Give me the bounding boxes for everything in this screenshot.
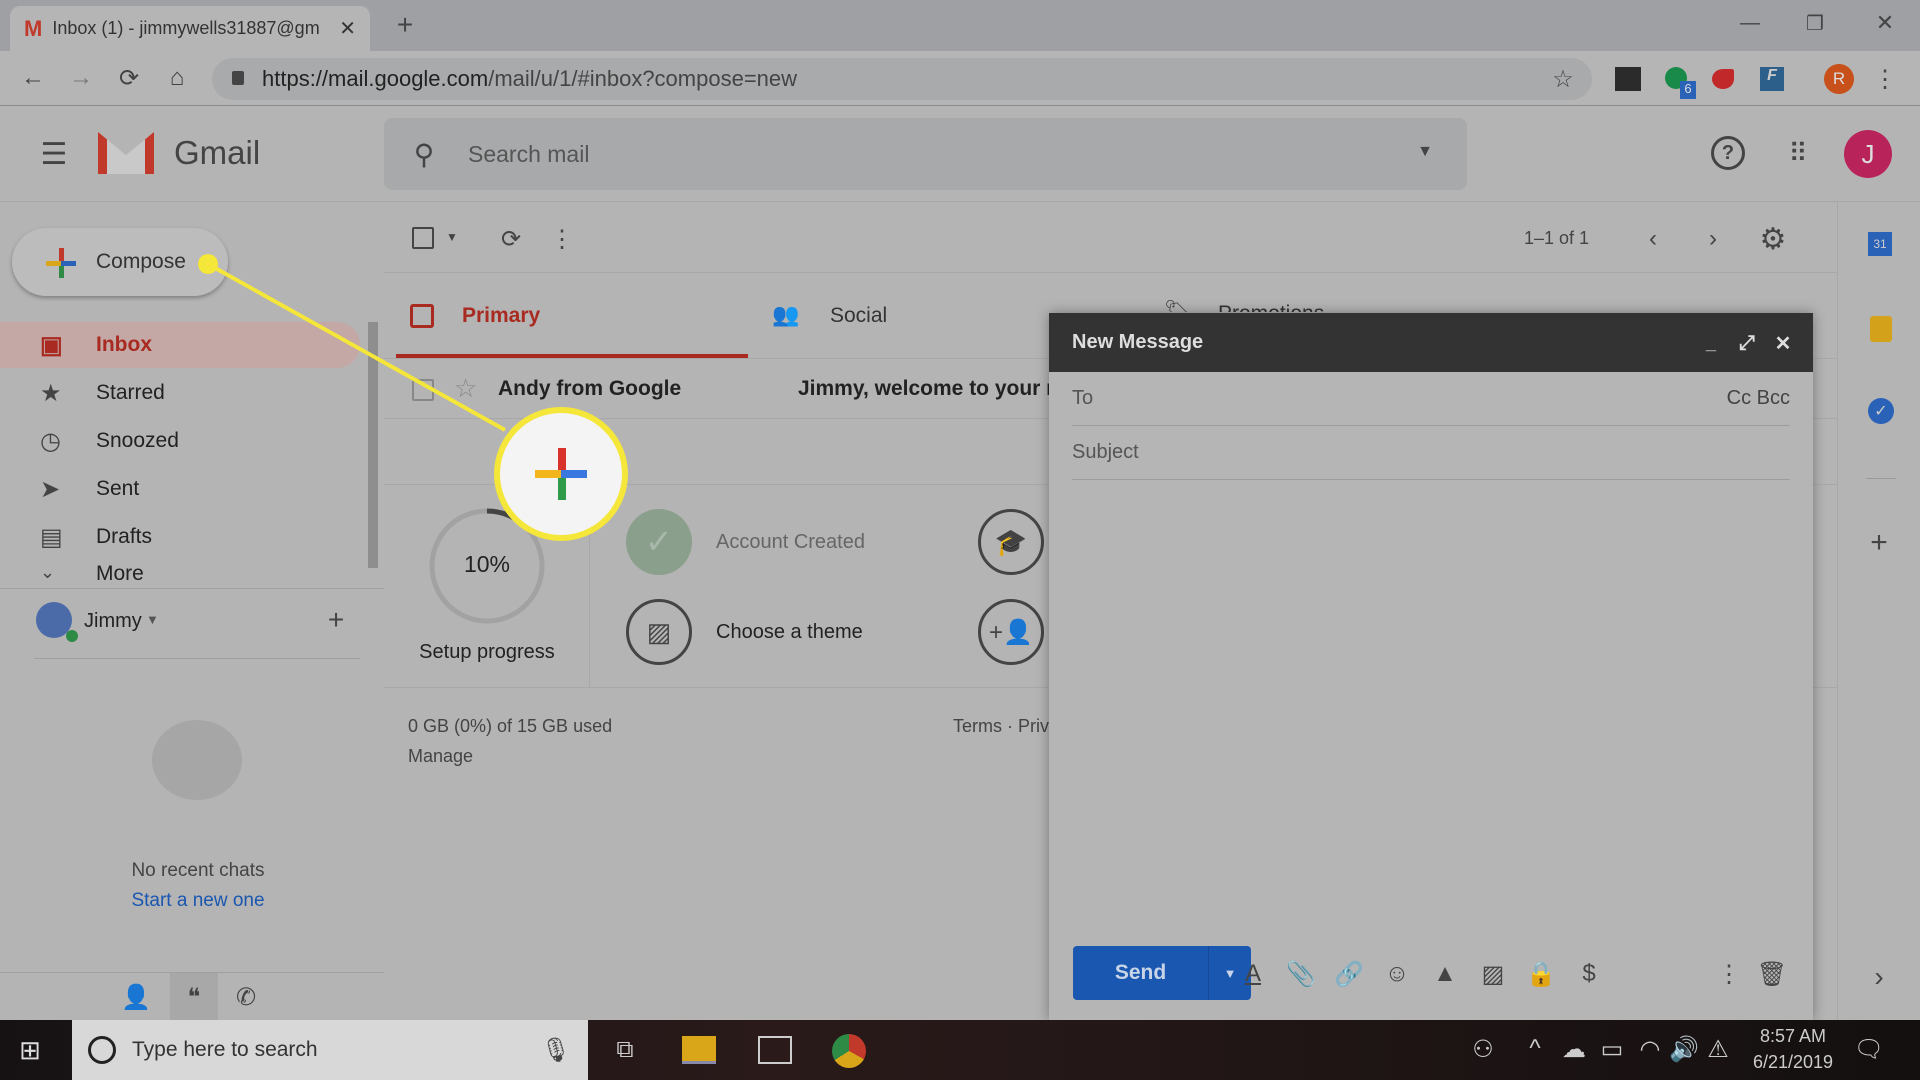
wifi-icon[interactable]: ◠ [1636, 1034, 1664, 1064]
clock-time[interactable]: 8:57 AM [1748, 1026, 1838, 1047]
people-taskbar-icon[interactable]: ⚇ [1468, 1034, 1498, 1064]
windows-start-icon[interactable]: ⊞ [14, 1034, 46, 1066]
windows-taskbar: ⊞ Type here to search 🎙 ⧉ ⚇ ^ ☁ ▭ ◠ 🔊 ⚠ … [0, 1020, 1920, 1080]
clock-date[interactable]: 6/21/2019 [1740, 1052, 1846, 1073]
onedrive-icon[interactable]: ☁ [1560, 1034, 1588, 1064]
compose-plus-large-icon [535, 448, 587, 500]
photos-icon[interactable] [758, 1036, 792, 1064]
annotation-pointer-line [198, 254, 506, 432]
show-hidden-icons[interactable]: ^ [1524, 1034, 1546, 1064]
cortana-icon [88, 1036, 116, 1064]
update-alert-icon[interactable]: ⚠ [1704, 1034, 1732, 1064]
battery-icon[interactable]: ▭ [1598, 1034, 1626, 1064]
file-explorer-icon[interactable] [682, 1036, 716, 1064]
chrome-icon[interactable] [832, 1034, 866, 1068]
volume-icon[interactable]: 🔊 [1669, 1034, 1699, 1064]
microphone-icon[interactable]: 🎙 [541, 1036, 571, 1064]
task-view-icon[interactable]: ⧉ [608, 1034, 642, 1066]
compose-zoom-highlight [494, 407, 628, 541]
action-center-icon[interactable]: 🗨 [1854, 1034, 1884, 1064]
taskbar-search[interactable]: Type here to search 🎙 [72, 1020, 588, 1080]
taskbar-search-input[interactable]: Type here to search [132, 1038, 318, 1062]
annotation-dot [198, 254, 218, 274]
